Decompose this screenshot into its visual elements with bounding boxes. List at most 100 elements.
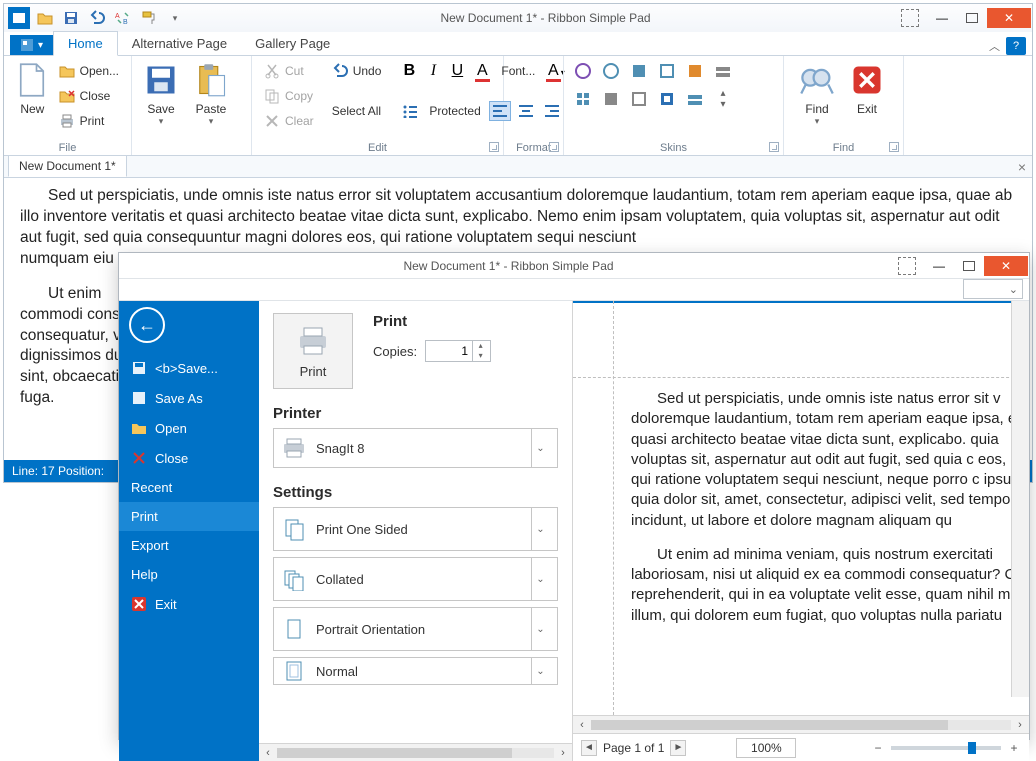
zoom-slider[interactable]: − + — [871, 741, 1021, 755]
print-settings-panel: Print Print Copies: ▴▾ Printer — [259, 301, 573, 761]
minimize-button[interactable]: — — [927, 8, 957, 28]
copy-button[interactable]: Copy — [260, 85, 318, 107]
file-tab[interactable]: ▾ — [10, 35, 53, 55]
main-window-title: New Document 1* - Ribbon Simple Pad — [190, 11, 901, 25]
ribbon-display-options-icon[interactable] — [901, 9, 919, 27]
exit-button[interactable]: Exit — [842, 60, 892, 138]
print-minimize-button[interactable]: — — [924, 256, 954, 276]
undo-button[interactable]: Undo — [328, 60, 386, 82]
skins-dialog-launcher[interactable] — [769, 142, 779, 152]
tab-alternative-page[interactable]: Alternative Page — [118, 32, 241, 55]
protected-button[interactable]: Protected — [425, 100, 484, 122]
close-doc-button[interactable]: Close — [55, 85, 123, 107]
bs-help[interactable]: Help — [119, 560, 259, 589]
qat-paint-icon[interactable] — [138, 7, 160, 29]
new-button[interactable]: New — [12, 60, 53, 138]
tab-home[interactable]: Home — [53, 31, 118, 56]
printer-dropdown-icon[interactable]: ⌄ — [531, 429, 549, 467]
collate-combo[interactable]: Collated ⌄ — [273, 557, 558, 601]
edit-dialog-launcher[interactable] — [489, 142, 499, 152]
preview-hscrollbar[interactable]: ‹› — [573, 715, 1029, 733]
group-skins: ▴▾ Skins — [564, 56, 784, 155]
print-preview-panel: Sed ut perspiciatis, unde omnis iste nat… — [573, 301, 1029, 761]
app-icon[interactable] — [8, 7, 30, 29]
quick-access-toolbar: AB ▾ — [4, 7, 190, 29]
bs-open[interactable]: Open — [119, 413, 259, 443]
bs-exit[interactable]: Exit — [119, 589, 259, 619]
clear-button[interactable]: Clear — [260, 110, 318, 132]
bs-save-as[interactable]: Save As — [119, 383, 259, 413]
tab-gallery-page[interactable]: Gallery Page — [241, 32, 344, 55]
sides-combo[interactable]: Print One Sided ⌄ — [273, 507, 558, 551]
preview-vscrollbar[interactable] — [1011, 301, 1029, 697]
next-page-button[interactable]: ► — [670, 740, 686, 756]
print-heading: Print — [373, 313, 491, 330]
collapse-ribbon-icon[interactable]: ︿ — [989, 38, 1000, 54]
bs-export[interactable]: Export — [119, 531, 259, 560]
copies-down[interactable]: ▾ — [472, 351, 488, 361]
paste-button[interactable]: Paste▾ — [186, 60, 236, 138]
printer-combo[interactable]: SnagIt 8 ⌄ — [273, 428, 558, 468]
settings-hscrollbar[interactable]: ‹› — [259, 743, 572, 761]
qat-dropdown-icon[interactable]: ▾ — [164, 7, 186, 29]
orientation-combo[interactable]: Portrait Orientation ⌄ — [273, 607, 558, 651]
find-button[interactable]: Find▾ — [792, 60, 842, 138]
settings-heading: Settings — [273, 484, 558, 501]
bold-button[interactable]: B — [399, 62, 419, 80]
format-dialog-launcher[interactable] — [549, 142, 559, 152]
qat-replace-icon[interactable]: AB — [112, 7, 134, 29]
backstage-back-button[interactable]: ← — [129, 307, 165, 343]
zoom-out-button[interactable]: − — [871, 741, 885, 755]
open-button[interactable]: Open... — [55, 60, 123, 82]
zoom-in-button[interactable]: + — [1007, 741, 1021, 755]
print-button[interactable]: Print — [55, 110, 123, 132]
document-tab-close-icon[interactable]: × — [1018, 159, 1026, 175]
printer-heading: Printer — [273, 405, 558, 422]
copies-input[interactable] — [426, 343, 472, 359]
skins-gallery[interactable]: ▴▾ — [572, 60, 736, 139]
bullets-button[interactable] — [399, 101, 421, 121]
main-titlebar: AB ▾ New Document 1* - Ribbon Simple Pad… — [4, 4, 1032, 32]
group-clipboard: Save▾ Paste▾ . — [132, 56, 252, 155]
print-ribbon-options-icon[interactable] — [898, 257, 916, 275]
close-button[interactable]: ✕ — [987, 8, 1031, 28]
maximize-button[interactable] — [957, 8, 987, 28]
ribbon-tab-strip: ▾ Home Alternative Page Gallery Page ︿ ? — [4, 32, 1032, 56]
qat-open-icon[interactable] — [34, 7, 56, 29]
copies-label: Copies: — [373, 344, 417, 359]
print-window: New Document 1* - Ribbon Simple Pad — ✕ … — [118, 252, 1030, 740]
ribbon: New Open... Close Print File Save▾ Paste… — [4, 56, 1032, 156]
find-dialog-launcher[interactable] — [889, 142, 899, 152]
bs-save[interactable]: <b>Save... — [119, 353, 259, 383]
print-action-button[interactable]: Print — [273, 313, 353, 389]
group-edit: Cut Copy Clear Undo Select All B I U A F… — [252, 56, 504, 155]
help-button[interactable]: ? — [1006, 37, 1026, 55]
print-close-button[interactable]: ✕ — [984, 256, 1028, 276]
underline-button[interactable]: U — [447, 62, 467, 80]
bs-print[interactable]: Print — [119, 502, 259, 531]
save-button[interactable]: Save▾ — [136, 60, 186, 138]
print-maximize-button[interactable] — [954, 256, 984, 276]
prev-page-button[interactable]: ◄ — [581, 740, 597, 756]
select-all-button[interactable]: Select All — [328, 100, 386, 122]
bs-close[interactable]: Close — [119, 443, 259, 473]
italic-button[interactable]: I — [423, 62, 443, 80]
qat-save-icon[interactable] — [60, 7, 82, 29]
copies-spinner[interactable]: ▴▾ — [425, 340, 491, 362]
print-window-titlebar: New Document 1* - Ribbon Simple Pad — ✕ — [119, 253, 1029, 279]
print-ribbon-dropdown[interactable]: ⌄ — [963, 279, 1023, 299]
qat-undo-icon[interactable] — [86, 7, 108, 29]
print-preview-page[interactable]: Sed ut perspiciatis, unde omnis iste nat… — [573, 301, 1029, 715]
font-color-button[interactable]: A — [471, 62, 493, 80]
copies-up[interactable]: ▴ — [472, 341, 488, 351]
document-tab[interactable]: New Document 1* — [8, 155, 127, 177]
page-indicator: Page 1 of 1 — [603, 741, 664, 755]
margins-combo[interactable]: Normal ⌄ — [273, 657, 558, 685]
zoom-value[interactable]: 100% — [736, 738, 796, 758]
cut-button[interactable]: Cut — [260, 60, 318, 82]
group-format: Format — [504, 56, 564, 155]
group-find: Find▾ Exit Find — [784, 56, 904, 155]
group-file: New Open... Close Print File — [4, 56, 132, 155]
svg-text:A: A — [115, 13, 120, 20]
bs-recent[interactable]: Recent — [119, 473, 259, 502]
